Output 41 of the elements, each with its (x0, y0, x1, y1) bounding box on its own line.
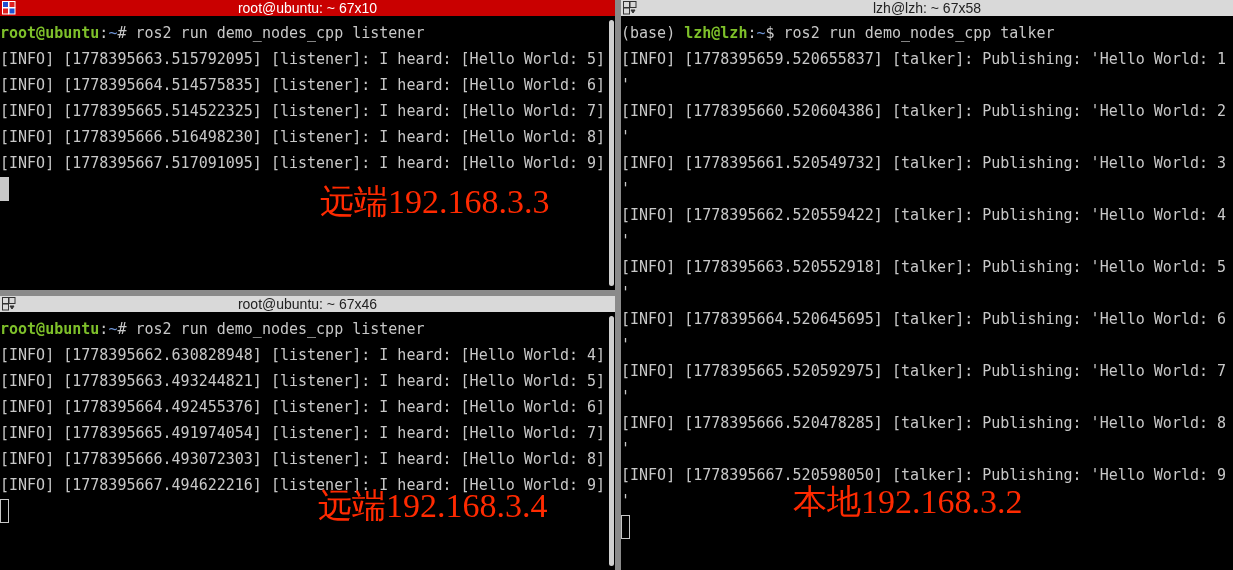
annotation-label: 本地192.168.3.2 (793, 483, 1023, 522)
scrollbar[interactable] (609, 316, 614, 566)
scrollbar[interactable] (609, 20, 614, 286)
log-line: [INFO] [1778395667.517091095] [listener]: I heard: [Hello World: 9] (0, 153, 606, 174)
grid-icon[interactable] (2, 297, 17, 311)
log-line: [INFO] [1778395663.515792095] [listener]: I heard: [Hello World: 5] (0, 49, 606, 70)
annotation-label: 远端192.168.3.3 (320, 182, 550, 222)
log-line: ' (621, 439, 631, 460)
log-line: [INFO] [1778395665.491974054] [listener]: I heard: [Hello World: 7] (0, 423, 606, 444)
log-line: [INFO] [1778395661.520549732] [talker]: Publishing: 'Hello World: 3 (621, 153, 1227, 174)
window-title: root@ubuntu: ~ 67x46 (237, 296, 378, 312)
log-line: ' (621, 335, 631, 356)
window-title: root@ubuntu: ~ 67x10 (237, 0, 378, 16)
log-line: [INFO] [1778395664.520645695] [talker]: Publishing: 'Hello World: 6 (621, 309, 1227, 330)
log-line: ' (621, 387, 631, 408)
log-line: [INFO] [1778395660.520604386] [talker]: Publishing: 'Hello World: 2 (621, 101, 1227, 122)
log-line: [INFO] [1778395665.520592975] [talker]: Publishing: 'Hello World: 7 (621, 361, 1227, 382)
window-title: lzh@lzh: ~ 67x58 (873, 0, 981, 16)
log-line: [INFO] [1778395662.630828948] [listener]: I heard: [Hello World: 4] (0, 345, 606, 366)
log-line: [INFO] [1778395663.493244821] [listener]: I heard: [Hello World: 5] (0, 371, 606, 392)
grid-icon[interactable] (2, 1, 17, 15)
log-line: ' (621, 127, 631, 148)
log-line: ' (621, 179, 631, 200)
log-line: [INFO] [1778395659.520655837] [talker]: Publishing: 'Hello World: 1 (621, 49, 1227, 70)
log-line: [INFO] [1778395666.516498230] [listener]: I heard: [Hello World: 8] (0, 127, 606, 148)
log-line: [INFO] [1778395666.493072303] [listener]: I heard: [Hello World: 8] (0, 449, 606, 470)
prompt-line: (base) lzh@lzh:~$ ros2 run demo_nodes_cpp talker (621, 23, 1055, 44)
log-line: ' (621, 491, 631, 512)
log-line: ' (621, 231, 631, 252)
log-line: [INFO] [1778395665.514522325] [listener]: I heard: [Hello World: 7] (0, 101, 606, 122)
prompt-line: root@ubuntu:~# ros2 run demo_nodes_cpp listener (0, 319, 425, 340)
log-line: [INFO] [1778395664.492455376] [listener]: I heard: [Hello World: 6] (0, 397, 606, 418)
grid-icon[interactable] (623, 1, 638, 15)
log-line: [INFO] [1778395667.520598050] [talker]: Publishing: 'Hello World: 9 (621, 465, 1227, 485)
log-line: ' (621, 283, 631, 304)
prompt-line: root@ubuntu:~# ros2 run demo_nodes_cpp listener (0, 23, 425, 44)
log-line: ' (621, 75, 631, 96)
log-line: [INFO] [1778395664.514575835] [listener]: I heard: [Hello World: 6] (0, 75, 606, 96)
log-line: [INFO] [1778395662.520559422] [talker]: Publishing: 'Hello World: 4 (621, 205, 1227, 226)
log-line: [INFO] [1778395666.520478285] [talker]: Publishing: 'Hello World: 8 (621, 413, 1227, 434)
log-line: [INFO] [1778395663.520552918] [talker]: Publishing: 'Hello World: 5 (621, 257, 1227, 278)
